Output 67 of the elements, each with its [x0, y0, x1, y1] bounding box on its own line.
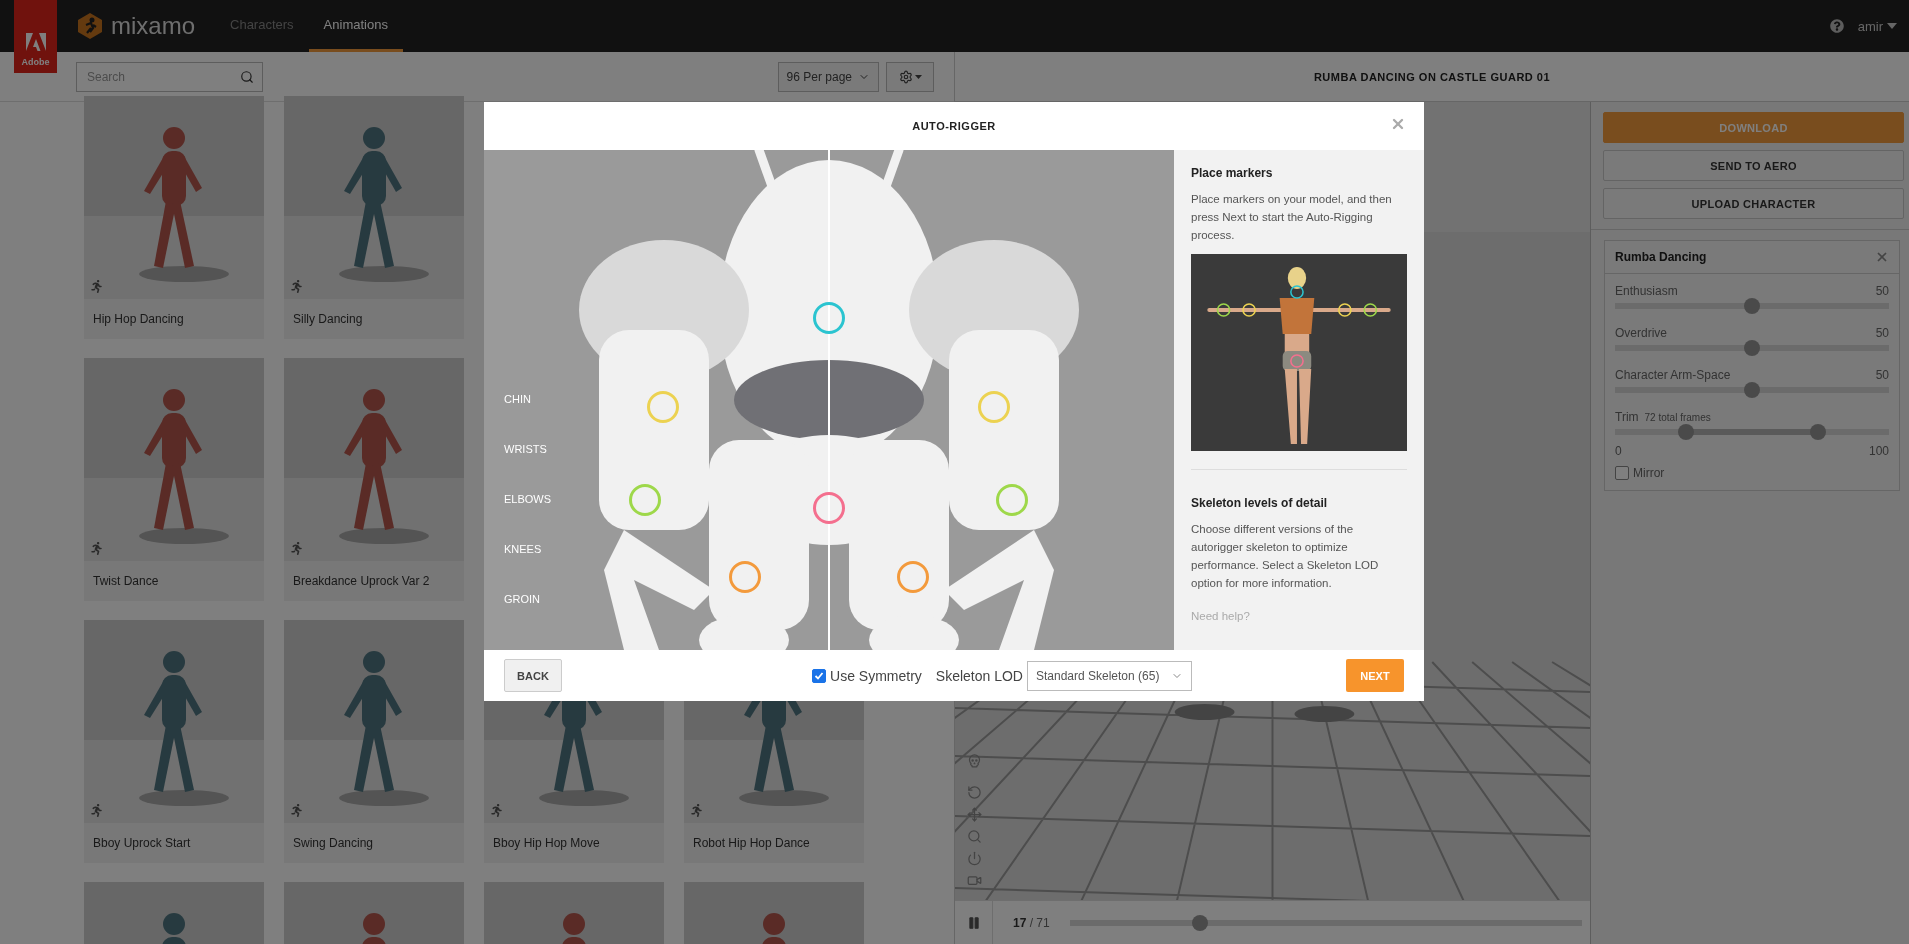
running-figure-icon — [290, 280, 303, 293]
slider-label: Trim — [1615, 410, 1639, 424]
settings-button[interactable] — [886, 61, 934, 92]
slider-thumb[interactable] — [1678, 424, 1695, 440]
caret-icon — [1887, 23, 1897, 29]
animation-title: RUMBA DANCING ON CASTLE GUARD 01 — [1313, 70, 1551, 83]
slider-thumb[interactable] — [1744, 298, 1760, 314]
animation-name[interactable]: Breakdance Uprock Var 2 — [284, 561, 464, 601]
slider-thumb[interactable] — [1809, 424, 1826, 440]
slider-value: 50 — [1875, 284, 1889, 298]
running-figure-icon — [690, 804, 703, 817]
animation-name[interactable]: Bboy Hip Hop Move — [484, 823, 664, 863]
slider-value: 50 — [1875, 326, 1889, 340]
animation-name[interactable]: Swing Dancing — [284, 823, 464, 863]
marker-ring[interactable] — [629, 484, 661, 516]
animation-name[interactable]: Twist Dance — [84, 561, 264, 601]
slider-label: Enthusiasm — [1615, 284, 1678, 298]
action-button[interactable]: UPLOAD CHARACTER — [1603, 188, 1904, 219]
marker-label: ELBOWS — [504, 492, 552, 506]
marker-label: KNEES — [504, 542, 543, 556]
action-button[interactable]: SEND TO AERO — [1603, 150, 1904, 181]
caret-icon — [914, 74, 922, 79]
adobe-logo[interactable]: Adobe — [14, 0, 57, 73]
checkbox-label[interactable]: Mirror — [1633, 466, 1665, 480]
marker-ring[interactable] — [897, 561, 929, 593]
pause-icon — [966, 915, 981, 930]
animation-name[interactable]: Hip Hop Dancing — [84, 299, 264, 339]
back-button[interactable]: BACK — [504, 659, 562, 692]
running-figure-icon — [290, 542, 303, 555]
nav-tab[interactable]: Animations — [308, 0, 403, 52]
animation-name[interactable]: Silly Dancing — [284, 299, 464, 339]
user-menu[interactable]: amir — [1857, 18, 1897, 34]
checkbox[interactable] — [812, 668, 826, 683]
gear-icon — [898, 69, 913, 84]
help-icon[interactable] — [1829, 19, 1844, 33]
frame-counter: 17 / 71 — [1013, 915, 1050, 930]
range-max: 100 — [1868, 444, 1889, 458]
product-name: mixamo — [111, 12, 195, 40]
per-page-select[interactable]: 96 Per page — [777, 61, 879, 92]
animation-name[interactable]: Robot Hip Hop Dance — [684, 823, 864, 863]
marker-label: WRISTS — [504, 442, 548, 456]
running-figure-icon — [290, 804, 303, 817]
close-icon[interactable] — [1875, 250, 1889, 264]
running-figure-icon — [490, 804, 503, 817]
search-icon[interactable] — [240, 69, 254, 84]
running-figure-icon — [90, 280, 103, 293]
checkbox-label[interactable]: Use Symmetry — [830, 667, 922, 684]
checkbox[interactable] — [1615, 466, 1629, 480]
panel-title: Rumba Dancing — [1615, 250, 1707, 264]
runner-hexagon-icon — [77, 12, 103, 40]
running-figure-icon — [90, 804, 103, 817]
slider-thumb[interactable] — [1744, 382, 1760, 398]
marker-label: GROIN — [504, 592, 542, 606]
marker-ring[interactable] — [813, 302, 845, 334]
marker-ring[interactable] — [729, 561, 761, 593]
marker-label: CHIN — [504, 392, 532, 406]
frame-count: 72 total frames — [1644, 412, 1711, 423]
slider-label: Character Arm-Space — [1615, 368, 1731, 382]
slider-thumb[interactable] — [1744, 340, 1760, 356]
slider-value: 50 — [1875, 368, 1889, 382]
range-min: 0 — [1615, 444, 1622, 458]
slider-label: Overdrive — [1615, 326, 1667, 340]
animation-name[interactable]: Bboy Uprock Start — [84, 823, 264, 863]
slider-thumb[interactable] — [1192, 914, 1209, 931]
running-figure-icon — [90, 542, 103, 555]
marker-ring[interactable] — [813, 492, 845, 524]
marker-ring[interactable] — [647, 391, 679, 423]
